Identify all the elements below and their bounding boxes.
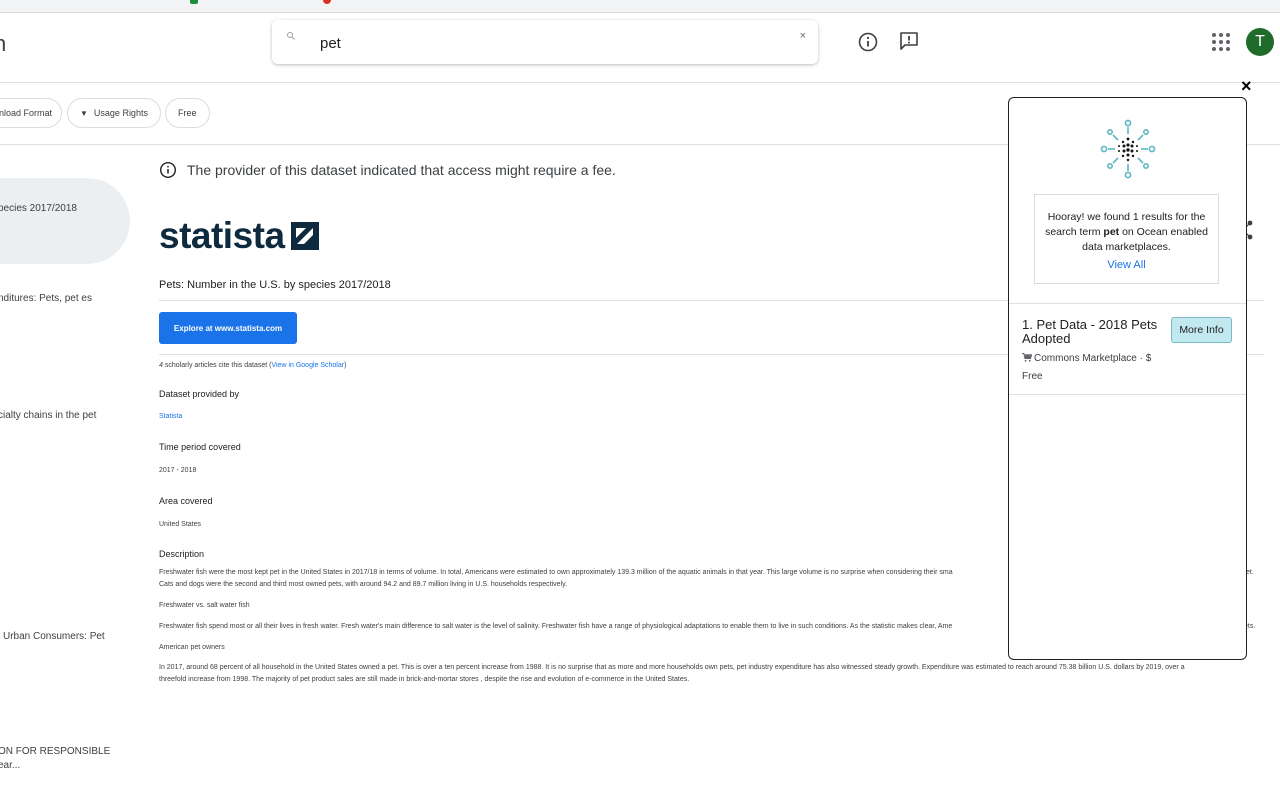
sheets-favicon xyxy=(190,0,198,4)
divider xyxy=(1009,303,1246,304)
description-paragraph: In 2017, around 68 percent of all househ… xyxy=(159,664,1185,671)
close-panel-icon[interactable]: × xyxy=(1241,76,1252,97)
provided-by-label: Dataset provided by xyxy=(159,389,240,399)
ocean-result-marketplace: Commons Marketplace · $ xyxy=(1022,353,1151,364)
free-label: Free xyxy=(178,108,197,118)
usage-rights-label: Usage Rights xyxy=(93,108,148,118)
statista-logo-text: statista xyxy=(159,215,285,256)
selected-result-highlight[interactable] xyxy=(0,178,130,264)
ocean-result-title[interactable]: 1. Pet Data - 2018 Pets Adopted xyxy=(1022,318,1167,346)
more-info-button[interactable]: More Info xyxy=(1171,317,1232,343)
avatar[interactable]: T xyxy=(1246,28,1274,56)
description-paragraph: Freshwater fish were the most kept pet i… xyxy=(159,569,953,576)
marketplace-text: Commons Marketplace · $ xyxy=(1034,353,1152,364)
description-paragraph: threefold increase from 1998. The majori… xyxy=(159,676,690,683)
time-period-label: Time period covered xyxy=(159,442,241,452)
provider-link[interactable]: Statista xyxy=(159,413,182,420)
caret-down-icon: ▼ xyxy=(80,108,88,118)
results-summary-box: Hooray! we found 1 results for the searc… xyxy=(1034,194,1219,284)
cite-close: ) xyxy=(344,362,347,369)
header: n × T xyxy=(0,12,1280,83)
result-item[interactable]: nditures: Pets, pet es xyxy=(0,292,128,306)
citation-line: 4 scholarly articles cite this dataset (… xyxy=(159,362,346,369)
explore-button[interactable]: Explore at www.statista.com xyxy=(159,312,297,344)
area-label: Area covered xyxy=(159,496,213,506)
ocean-extension-panel: Hooray! we found 1 results for the searc… xyxy=(1008,97,1247,660)
dataset-title: Pets: Number in the U.S. by species 2017… xyxy=(159,279,391,291)
statista-logo: statista xyxy=(159,215,319,257)
search-input[interactable] xyxy=(318,32,782,54)
app-title-fragment: n xyxy=(0,31,7,56)
download-format-label: nload Format xyxy=(0,108,53,118)
shopping-cart-icon xyxy=(1022,353,1033,362)
free-filter[interactable]: Free xyxy=(165,98,210,128)
description-paragraph: Freshwater fish spend most or all their … xyxy=(159,623,953,630)
statista-mark-icon xyxy=(290,222,319,250)
ocean-result-price: Free xyxy=(1022,371,1043,382)
description-fragment: et. xyxy=(1246,569,1254,576)
download-format-filter[interactable]: nload Format xyxy=(0,98,62,128)
result-item[interactable]: ON FOR RESPONSIBLE ear... xyxy=(0,745,128,773)
google-scholar-link[interactable]: View in Google Scholar xyxy=(271,362,344,369)
description-label: Description xyxy=(159,549,205,559)
usage-rights-filter[interactable]: ▼ Usage Rights xyxy=(67,98,161,128)
summary-search-term: pet xyxy=(1103,226,1120,238)
feedback-icon[interactable] xyxy=(897,29,921,53)
divider xyxy=(1009,394,1246,395)
result-item-selected[interactable]: pecies 2017/2018 xyxy=(0,202,128,216)
clear-search-icon[interactable]: × xyxy=(800,30,806,42)
ocean-protocol-logo xyxy=(1100,119,1156,179)
description-fragment: ets. xyxy=(1244,623,1256,630)
view-all-link[interactable]: View All xyxy=(1035,258,1218,273)
cite-text: scholarly articles cite this dataset ( xyxy=(162,362,272,369)
result-item[interactable]: l Urban Consumers: Pet xyxy=(0,630,128,644)
fee-notice-text: The provider of this dataset indicated t… xyxy=(187,162,616,178)
info-icon xyxy=(159,161,177,179)
time-period-value: 2017 - 2018 xyxy=(159,467,197,474)
search-icon xyxy=(287,32,295,40)
result-item[interactable]: cialty chains in the pet xyxy=(0,409,128,423)
results-sidebar: pecies 2017/2018 nditures: Pets, pet es … xyxy=(0,145,135,800)
fee-notice: The provider of this dataset indicated t… xyxy=(159,161,616,179)
record-icon xyxy=(323,0,331,4)
search-box[interactable]: × xyxy=(272,20,818,64)
apps-grid-icon[interactable] xyxy=(1212,33,1230,51)
area-value: United States xyxy=(159,521,202,528)
info-icon[interactable] xyxy=(856,30,880,54)
